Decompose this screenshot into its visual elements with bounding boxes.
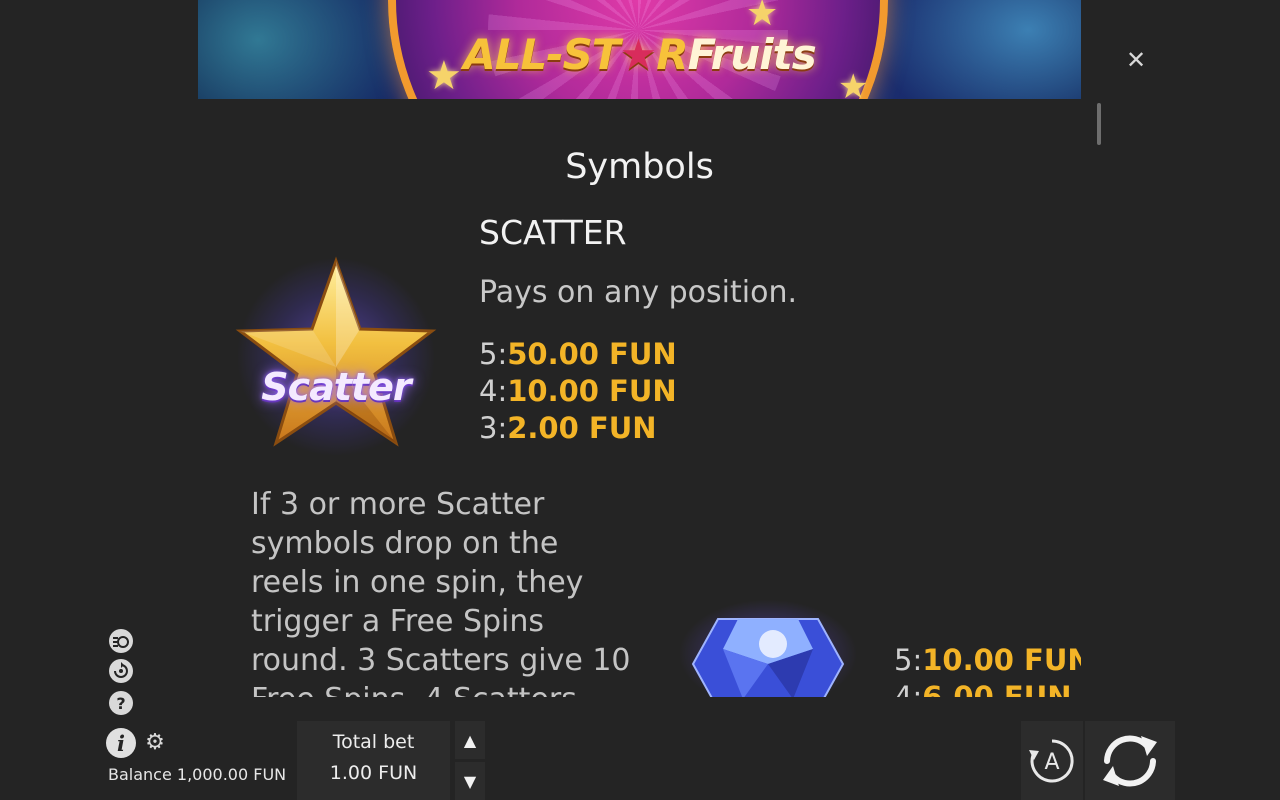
pay-count: 3:: [479, 411, 508, 445]
info-button[interactable]: i: [106, 728, 136, 758]
info-icon: i: [117, 730, 125, 756]
rules-line: symbols drop on the: [251, 526, 559, 561]
scrollbar[interactable]: [1096, 103, 1102, 695]
balance-display: Balance 1,000.00 FUN: [108, 765, 287, 784]
paytable-content: Symbols Scatter SCATTER Pays on any posi…: [198, 99, 1081, 697]
pay-value: 50.00 FUN: [507, 337, 677, 371]
scrollbar-thumb[interactable]: [1097, 103, 1101, 145]
logo-text-fruits: Fruits: [687, 30, 817, 79]
symbol-name: SCATTER: [479, 213, 627, 252]
spin-icon: [1103, 734, 1157, 787]
pay-value: 10.00 FUN: [507, 374, 677, 408]
rules-line: If 3 or more Scatter: [251, 487, 545, 522]
pay-value: 10.00 FUN: [922, 643, 1081, 677]
pay-value: 2.00 FUN: [507, 411, 657, 445]
turbo-icon: [113, 636, 129, 648]
diamond-symbol-image: [678, 599, 858, 697]
game-logo-banner: ★ ★ ★ ALL-ST★RFruits: [198, 0, 1081, 99]
total-bet-panel: Total bet 1.00 FUN: [297, 721, 450, 800]
symbol-description: Pays on any position.: [479, 275, 798, 310]
logo-star-icon: ★: [619, 30, 658, 79]
pay-count: 4:: [479, 374, 508, 408]
chevron-down-icon: ▼: [463, 771, 477, 791]
spin-button[interactable]: [1085, 721, 1175, 800]
autoplay-button[interactable]: A: [1021, 721, 1083, 800]
pay-row: 5:50.00 FUN: [479, 336, 677, 373]
rules-line: Free Spins, 4 Scatters: [251, 680, 631, 697]
rules-line: reels in one spin, they: [251, 565, 584, 600]
scatter-paytable: 5:50.00 FUN 4:10.00 FUN 3:2.00 FUN: [479, 336, 677, 447]
help-icon: ?: [116, 693, 126, 713]
autoplay-icon: A: [1029, 738, 1074, 782]
autoplay-letter: A: [1044, 750, 1059, 775]
total-bet-value: 1.00 FUN: [329, 762, 418, 784]
pay-row: 4:10.00 FUN: [479, 373, 677, 410]
logo-text-r: R: [656, 30, 688, 79]
chevron-up-icon: ▲: [463, 730, 477, 750]
bet-decrease-button[interactable]: ▼: [455, 762, 485, 800]
close-icon: ✕: [1125, 46, 1147, 74]
game-logo: ALL-ST★RFruits: [198, 30, 1081, 79]
section-title: Symbols: [565, 147, 714, 187]
diamond-icon: [691, 618, 845, 697]
scatter-symbol-label: Scatter: [261, 365, 411, 409]
help-button[interactable]: ?: [109, 691, 133, 715]
turbo-button[interactable]: [109, 629, 133, 653]
total-bet-label: Total bet: [332, 731, 415, 753]
pay-row: 3:2.00 FUN: [479, 410, 677, 447]
bet-increase-button[interactable]: ▲: [455, 721, 485, 759]
pay-row: 4:6.00 FUN: [894, 679, 1081, 697]
pay-count: 5:: [479, 337, 508, 371]
scatter-rules-text: If 3 or more Scatter symbols drop on the…: [251, 485, 631, 697]
rules-line: trigger a Free Spins: [251, 604, 545, 639]
diamond-paytable: 5:10.00 FUN 4:6.00 FUN: [894, 642, 1081, 697]
star-icon: [235, 256, 437, 447]
settings-button[interactable]: ⚙: [143, 731, 167, 755]
pay-count: 5:: [894, 643, 923, 677]
banner-star-icon: ★: [746, 0, 779, 34]
scatter-symbol-image: Scatter: [226, 247, 446, 467]
autoplay-history-icon: [114, 662, 128, 678]
rules-line: round. 3 Scatters give 10: [251, 643, 631, 678]
gear-icon: ⚙: [145, 730, 165, 755]
logo-text-all-st: ALL-ST: [463, 30, 620, 79]
autoplay-history-button[interactable]: [109, 659, 133, 683]
pay-row: 5:10.00 FUN: [894, 642, 1081, 679]
pay-count: 4:: [894, 680, 923, 697]
close-button[interactable]: ✕: [1122, 46, 1150, 74]
pay-value: 6.00 FUN: [922, 680, 1072, 697]
